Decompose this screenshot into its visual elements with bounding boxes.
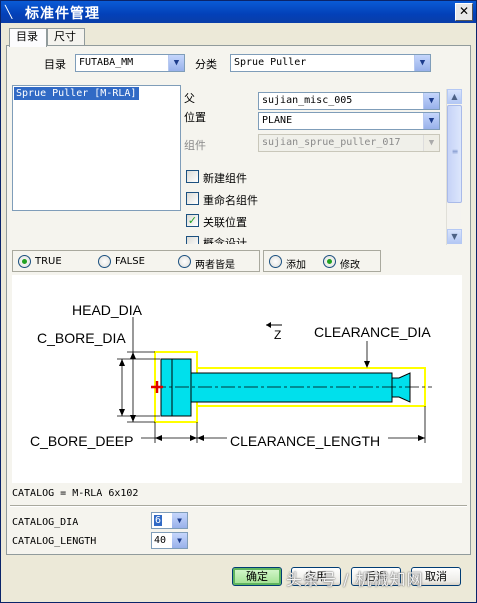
- radio-true[interactable]: [18, 255, 31, 268]
- check-icon: ✓: [187, 214, 198, 227]
- scroll-up-button[interactable]: ▲: [447, 89, 462, 104]
- associative-position-checkbox[interactable]: ✓: [186, 214, 199, 227]
- concept-design-checkbox[interactable]: [186, 236, 199, 244]
- nx-app-icon: ╲: [5, 5, 13, 19]
- catalog-dia-dropdown[interactable]: 6 ▼: [151, 512, 188, 529]
- catalog-label: 目录: [44, 58, 66, 71]
- catalog-length-dropdown[interactable]: 40 ▼: [151, 532, 188, 549]
- component-dropdown: sujian_sprue_puller_017 ▼: [258, 134, 440, 152]
- add-modify-radio-group: 添加 修改: [263, 250, 381, 272]
- options-scrollbar[interactable]: ▲ ≡ ▼: [446, 89, 462, 245]
- new-component-checkbox[interactable]: [186, 170, 199, 183]
- chevron-down-icon[interactable]: ▼: [172, 533, 187, 548]
- sprue-puller-drawing: HEAD_DIA C_BORE_DIA C_BORE_DEEP CLEARANC…: [30, 302, 432, 449]
- tab-catalog[interactable]: 目录: [9, 28, 47, 47]
- radio-both-label: 两者皆是: [195, 260, 235, 271]
- position-value: PLANE: [262, 115, 293, 126]
- chevron-down-icon[interactable]: ▼: [423, 113, 439, 129]
- scroll-thumb[interactable]: ≡: [447, 105, 462, 203]
- radio-add-label: 添加: [286, 260, 306, 271]
- category-dropdown[interactable]: Sprue Puller ▼: [230, 54, 431, 72]
- chevron-down-icon: ▼: [451, 232, 458, 241]
- category-value: Sprue Puller: [234, 57, 307, 68]
- concept-design-label: 概念设计: [203, 237, 247, 244]
- clearance-dia-arrow: [364, 361, 370, 368]
- watermark: 头条号 / 机械知网: [286, 570, 424, 589]
- window-title: 标准件管理: [25, 6, 100, 22]
- radio-both[interactable]: [178, 255, 191, 268]
- concept-design-row-clip: 概念设计: [183, 232, 445, 244]
- position-dropdown[interactable]: PLANE ▼: [258, 112, 440, 130]
- associative-position-label: 关联位置: [203, 216, 247, 229]
- ok-button[interactable]: 确定: [232, 567, 282, 586]
- scroll-down-button[interactable]: ▼: [447, 229, 462, 244]
- catalog-readout: CATALOG = M-RLA 6x102: [12, 488, 139, 499]
- chevron-up-icon: ▲: [451, 92, 458, 101]
- separator: [10, 505, 467, 507]
- head-dia-label: HEAD_DIA: [72, 302, 143, 318]
- catalog-length-label: CATALOG_LENGTH: [12, 536, 97, 547]
- catalog-tab-panel: 目录 FUTABA_MM ▼ 分类 Sprue Puller ▼ Sprue P…: [6, 45, 471, 555]
- chevron-down-icon[interactable]: ▼: [168, 55, 184, 71]
- title-bar[interactable]: ╲ 标准件管理 ✕: [1, 1, 476, 23]
- radio-modify[interactable]: [323, 255, 336, 268]
- radio-add[interactable]: [269, 255, 282, 268]
- radio-modify-label: 修改: [340, 260, 360, 271]
- chevron-down-icon[interactable]: ▼: [172, 513, 187, 528]
- rename-component-label: 重命名组件: [203, 194, 258, 207]
- component-value: sujian_sprue_puller_017: [262, 137, 401, 148]
- part-diagram: HEAD_DIA C_BORE_DIA C_BORE_DEEP CLEARANC…: [12, 275, 462, 483]
- catalog-value: FUTABA_MM: [79, 57, 134, 68]
- true-false-radio-group: TRUE FALSE 两者皆是: [12, 250, 260, 272]
- c-bore-dia-label: C_BORE_DIA: [37, 330, 126, 346]
- standard-part-manager-window: ╲ 标准件管理 ✕ 目录 尺寸 目录 FUTABA_MM ▼ 分类 Sprue …: [0, 0, 477, 603]
- pin-tip: [391, 372, 411, 403]
- clearance-length-label: CLEARANCE_LENGTH: [230, 433, 380, 449]
- pin-head: [160, 358, 192, 417]
- close-icon: ✕: [458, 4, 470, 18]
- position-label: 位置: [184, 111, 206, 124]
- component-label: 组件: [184, 139, 206, 152]
- catalog-dia-value: 6: [154, 515, 163, 526]
- c-bore-deep-label: C_BORE_DEEP: [30, 433, 133, 449]
- tab-dimensions[interactable]: 尺寸: [47, 28, 85, 46]
- list-item[interactable]: Sprue Puller [M-RLA]: [14, 87, 139, 100]
- radio-false[interactable]: [98, 255, 111, 268]
- catalog-length-value: 40: [154, 535, 167, 546]
- parent-value: sujian_misc_005: [262, 95, 353, 106]
- new-component-label: 新建组件: [203, 172, 247, 185]
- parent-dropdown[interactable]: sujian_misc_005 ▼: [258, 92, 440, 110]
- catalog-dia-label: CATALOG_DIA: [12, 517, 79, 528]
- category-label: 分类: [195, 58, 217, 71]
- chevron-down-icon[interactable]: ▼: [414, 55, 430, 71]
- clearance-dia-label: CLEARANCE_DIA: [314, 324, 431, 340]
- part-listbox[interactable]: Sprue Puller [M-RLA]: [12, 85, 181, 211]
- z-axis-label: Z: [274, 328, 281, 342]
- radio-true-label: TRUE: [35, 256, 62, 267]
- z-axis-arrowhead: [266, 322, 271, 328]
- rename-component-checkbox[interactable]: [186, 192, 199, 205]
- close-button[interactable]: ✕: [455, 3, 473, 21]
- catalog-dropdown[interactable]: FUTABA_MM ▼: [75, 54, 185, 72]
- grip-icon: ≡: [451, 147, 459, 156]
- pin-shank: [190, 372, 393, 403]
- parent-label: 父: [184, 92, 195, 105]
- radio-false-label: FALSE: [115, 256, 145, 267]
- chevron-down-icon[interactable]: ▼: [423, 93, 439, 109]
- chevron-down-icon: ▼: [423, 135, 439, 151]
